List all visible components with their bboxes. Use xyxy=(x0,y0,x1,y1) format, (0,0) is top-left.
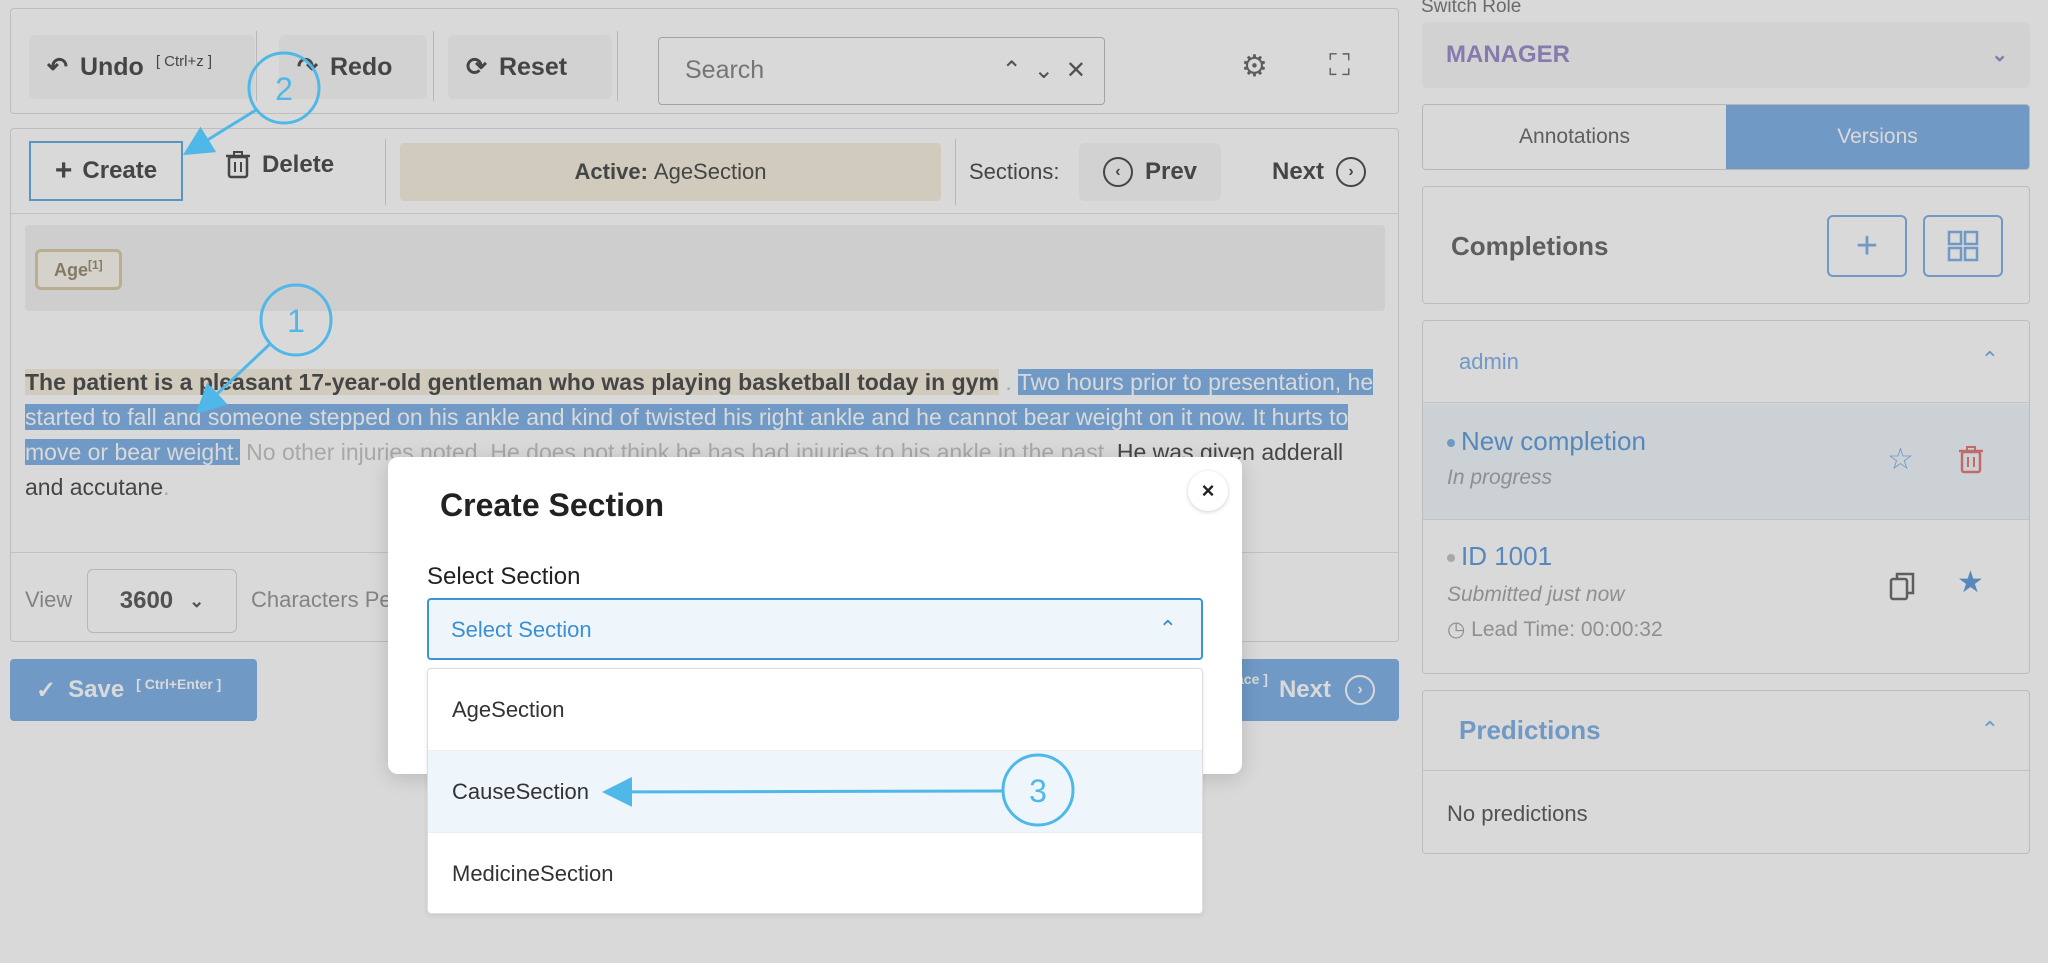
option-age-section[interactable]: AgeSection xyxy=(428,669,1202,751)
chevron-up-icon: ⌃ xyxy=(1158,616,1177,641)
section-select[interactable]: Select Section ⌃ xyxy=(427,598,1203,660)
option-cause-section[interactable]: CauseSection xyxy=(428,751,1202,833)
option-medicine-section[interactable]: MedicineSection xyxy=(428,833,1202,915)
section-dropdown: AgeSection CauseSection MedicineSection xyxy=(427,668,1203,914)
close-icon: × xyxy=(1201,478,1215,503)
select-placeholder: Select Section xyxy=(451,617,592,642)
modal-title: Create Section xyxy=(440,487,665,523)
close-button[interactable]: × xyxy=(1188,471,1228,511)
select-section-label: Select Section xyxy=(427,563,581,590)
